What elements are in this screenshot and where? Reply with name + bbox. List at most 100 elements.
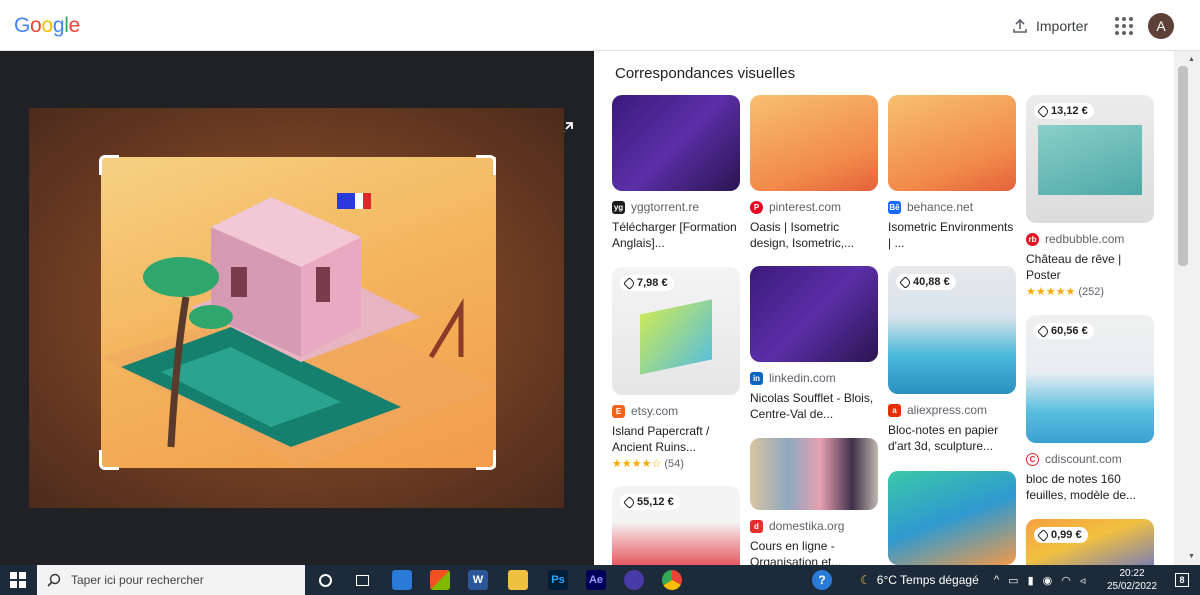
result-source[interactable]: rb redbubble.com	[1026, 232, 1154, 246]
moon-icon: ☾	[860, 573, 871, 587]
help-icon[interactable]: ?	[812, 570, 832, 590]
crop-handle-bottom-left[interactable]	[99, 450, 119, 470]
battery-icon[interactable]: ▮	[1028, 574, 1034, 587]
result-thumbnail[interactable]	[612, 95, 740, 191]
wifi-icon[interactable]: ◠	[1061, 574, 1071, 587]
result-card[interactable]: in linkedin.com Nicolas Soufflet - Blois,…	[750, 266, 878, 422]
import-button[interactable]: Importer	[1004, 10, 1096, 42]
scroll-down-arrow-icon[interactable]: ▼	[1188, 553, 1195, 560]
result-card[interactable]: Bē behance.net Isometric Environments | .…	[888, 95, 1016, 251]
result-source[interactable]: d domestika.org	[750, 519, 878, 533]
crop-handle-top-left[interactable]	[99, 155, 119, 175]
windows-taskbar: Taper ici pour rechercher W Ps Ae ? ☾ 6°…	[0, 565, 1200, 595]
taskbar-clock[interactable]: 20:22 25/02/2022	[1102, 567, 1162, 593]
chrome-profile-icon[interactable]	[624, 570, 644, 590]
result-source[interactable]: Eetsy.com	[612, 404, 740, 418]
result-thumbnail[interactable]: 60,56 €	[1026, 315, 1154, 443]
weather-widget[interactable]: ☾ 6°C Temps dégagé	[860, 565, 979, 595]
logo-letter: g	[52, 14, 65, 37]
result-source[interactable]: yg yggtorrent.re	[612, 200, 740, 214]
price-badge: 7,98 €	[620, 275, 674, 291]
aliexpress-icon: a	[888, 403, 901, 417]
review-count: (252)	[1078, 285, 1104, 298]
result-title[interactable]: Isometric Environments | ...	[888, 219, 1016, 251]
result-card[interactable]: d domestika.org Cours en ligne - Organisa…	[750, 438, 878, 565]
result-card[interactable]: 13,12 € rb redbubble.com Château de rêve …	[1026, 95, 1154, 298]
cortana-icon[interactable]	[315, 570, 335, 590]
result-source[interactable]: Ccdiscount.com	[1026, 452, 1154, 466]
result-thumbnail[interactable]	[750, 438, 878, 510]
system-tray[interactable]: ^ ▭ ▮ ◉ ◠ ◃	[994, 565, 1085, 595]
result-thumbnail[interactable]	[750, 95, 878, 191]
result-title[interactable]: Bloc-notes en papier d'art 3d, sculpture…	[888, 422, 1016, 454]
source-label: linkedin.com	[769, 371, 836, 385]
result-source[interactable]: a aliexpress.com	[888, 403, 1016, 417]
result-thumbnail[interactable]: 13,12 €	[1026, 95, 1154, 223]
yggtorrent-icon: yg	[612, 200, 625, 214]
result-thumbnail[interactable]: 40,88 €	[888, 266, 1016, 394]
task-view-icon[interactable]	[352, 570, 372, 590]
crop-handle-top-right[interactable]	[476, 155, 496, 175]
windows-start-icon[interactable]	[10, 572, 26, 588]
isometric-house-illustration	[101, 193, 496, 468]
result-title[interactable]: Télécharger [Formation Anglais]...	[612, 219, 740, 251]
linkedin-icon: in	[750, 371, 763, 385]
microphone-icon[interactable]: ◉	[1043, 574, 1053, 587]
result-title[interactable]: Island Papercraft / Ancient Ruins...	[612, 423, 740, 455]
result-card[interactable]	[888, 471, 1016, 565]
photoshop-icon[interactable]: Ps	[548, 570, 568, 590]
search-icon	[47, 573, 61, 587]
tag-icon	[1037, 104, 1050, 118]
after-effects-icon[interactable]: Ae	[586, 570, 606, 590]
crop-handle-bottom-right[interactable]	[476, 450, 496, 470]
word-icon[interactable]: W	[468, 570, 488, 590]
result-thumbnail[interactable]	[888, 95, 1016, 191]
result-card[interactable]: 7,98 € Eetsy.com Island Papercraft / Anc…	[612, 267, 740, 470]
star-rating: ★★★★☆	[612, 458, 662, 470]
result-card[interactable]: 0,99 €	[1026, 519, 1154, 565]
result-title[interactable]: Château de rêve | Poster	[1026, 251, 1154, 283]
network-icon[interactable]: ▭	[1008, 574, 1018, 587]
result-card[interactable]: 60,56 € Ccdiscount.com bloc de notes 160…	[1026, 315, 1154, 503]
result-thumbnail[interactable]: 0,99 €	[1026, 519, 1154, 565]
apps-grid-icon[interactable]	[1112, 14, 1136, 38]
source-label: aliexpress.com	[907, 403, 988, 417]
volume-icon[interactable]: ◃	[1080, 574, 1086, 587]
result-card[interactable]: yg yggtorrent.re Télécharger [Formation A…	[612, 95, 740, 251]
result-source[interactable]: Bē behance.net	[888, 200, 1016, 214]
scroll-up-arrow-icon[interactable]: ▲	[1188, 56, 1195, 63]
tag-icon	[1037, 528, 1050, 542]
result-card[interactable]: 55,12 €	[612, 486, 740, 565]
taskbar-search-input[interactable]: Taper ici pour rechercher	[37, 565, 305, 595]
result-card[interactable]: Ppinterest.com Oasis | Isometric design,…	[750, 95, 878, 251]
result-thumbnail[interactable]	[750, 266, 878, 362]
google-logo[interactable]: Google	[14, 14, 80, 38]
source-label: pinterest.com	[769, 200, 842, 214]
windows-store-icon[interactable]	[430, 570, 450, 590]
chevron-up-icon[interactable]: ^	[994, 574, 999, 586]
source-label: yggtorrent.re	[631, 200, 700, 214]
result-title[interactable]: Nicolas Soufflet - Blois, Centre-Val de.…	[750, 390, 878, 422]
price-label: 0,99 €	[1051, 529, 1082, 541]
result-title[interactable]: Oasis | Isometric design, Isometric,...	[750, 219, 878, 251]
result-thumbnail[interactable]	[888, 471, 1016, 565]
pinterest-icon: P	[750, 200, 763, 214]
result-title[interactable]: bloc de notes 160 feuilles, modèle de...	[1026, 471, 1154, 503]
result-source[interactable]: Ppinterest.com	[750, 200, 878, 214]
result-thumbnail[interactable]: 7,98 €	[612, 267, 740, 395]
avatar[interactable]: A	[1148, 13, 1174, 39]
file-explorer-icon[interactable]	[508, 570, 528, 590]
upload-icon	[1013, 18, 1027, 33]
result-thumbnail[interactable]: 55,12 €	[612, 486, 740, 565]
source-label: etsy.com	[631, 404, 679, 418]
store-icon[interactable]	[392, 570, 412, 590]
tag-icon	[1037, 324, 1050, 338]
notifications-icon[interactable]: 8	[1172, 570, 1192, 590]
scrollbar-thumb[interactable]	[1178, 66, 1188, 266]
result-title[interactable]: Cours en ligne - Organisation et...	[750, 538, 878, 565]
result-source[interactable]: in linkedin.com	[750, 371, 878, 385]
result-card[interactable]: 40,88 € a aliexpress.com Bloc-notes en pa…	[888, 266, 1016, 454]
chrome-icon[interactable]	[662, 570, 682, 590]
papercraft-island	[640, 299, 712, 375]
cropped-image-area[interactable]	[101, 157, 496, 468]
